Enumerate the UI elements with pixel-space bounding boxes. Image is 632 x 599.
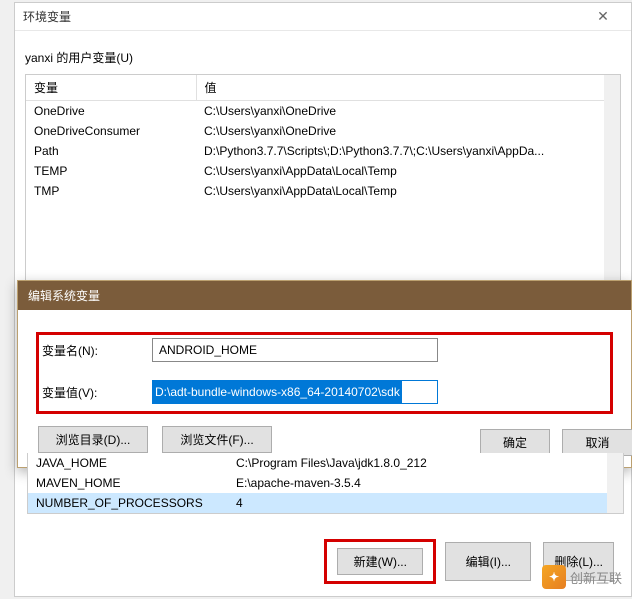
edit-system-var-dialog: 编辑系统变量 变量名(N): 变量值(V): D:\adt-bundle-win… <box>17 280 632 468</box>
browse-dir-button[interactable]: 浏览目录(D)... <box>38 426 148 453</box>
close-icon[interactable]: ✕ <box>583 8 623 25</box>
var-name-input[interactable] <box>152 338 438 362</box>
table-row[interactable]: TEMPC:\Users\yanxi\AppData\Local\Temp <box>26 161 604 181</box>
new-button[interactable]: 新建(W)... <box>337 548 423 575</box>
window-title: 环境变量 <box>23 8 583 25</box>
browse-file-button[interactable]: 浏览文件(F)... <box>162 426 272 453</box>
edit-button[interactable]: 编辑(I)... <box>445 542 531 581</box>
highlight-annotation: 变量名(N): 变量值(V): D:\adt-bundle-windows-x8… <box>38 334 611 412</box>
var-name-label: 变量名(N): <box>42 342 152 359</box>
highlight-annotation: 新建(W)... <box>327 542 433 581</box>
col-header-var[interactable]: 变量 <box>26 75 196 101</box>
system-vars-table[interactable]: JAVA_HOMEC:\Program Files\Java\jdk1.8.0_… <box>28 453 607 513</box>
titlebar: 环境变量 ✕ <box>15 3 631 31</box>
modal-title: 编辑系统变量 <box>18 281 631 310</box>
table-row[interactable]: NUMBER_OF_PROCESSORS4 <box>28 493 607 513</box>
ok-button[interactable]: 确定 <box>480 429 550 456</box>
cancel-button[interactable]: 取消 <box>562 429 632 456</box>
var-value-input[interactable]: D:\adt-bundle-windows-x86_64-20140702\sd… <box>152 380 438 404</box>
table-row[interactable]: OneDriveConsumerC:\Users\yanxi\OneDrive <box>26 121 604 141</box>
table-row[interactable]: OneDriveC:\Users\yanxi\OneDrive <box>26 101 604 122</box>
col-header-val[interactable]: 值 <box>196 75 604 101</box>
user-vars-label: yanxi 的用户变量(U) <box>25 49 621 66</box>
system-vars-table-wrap: JAVA_HOMEC:\Program Files\Java\jdk1.8.0_… <box>27 453 624 514</box>
var-value-label: 变量值(V): <box>42 384 152 401</box>
table-row[interactable]: JAVA_HOMEC:\Program Files\Java\jdk1.8.0_… <box>28 453 607 473</box>
scrollbar[interactable] <box>607 453 623 513</box>
delete-button[interactable]: 删除(L)... <box>543 542 614 581</box>
table-row[interactable]: TMPC:\Users\yanxi\AppData\Local\Temp <box>26 181 604 201</box>
system-vars-buttons: 新建(W)... 编辑(I)... 删除(L)... <box>327 542 614 581</box>
table-row[interactable]: MAVEN_HOMEE:\apache-maven-3.5.4 <box>28 473 607 493</box>
table-row[interactable]: PathD:\Python3.7.7\Scripts\;D:\Python3.7… <box>26 141 604 161</box>
